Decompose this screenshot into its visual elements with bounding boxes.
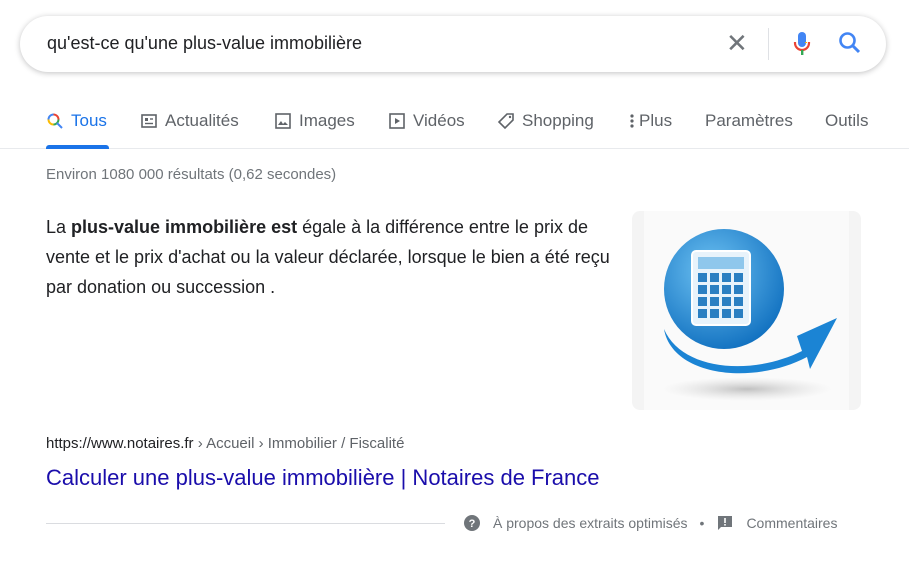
result-url[interactable]: https://www.notaires.fr › Accueil › Immo… [46,435,404,452]
snippet-bold: plus-value immobilière est [71,217,298,237]
tab-label: Paramètres [705,111,793,130]
search-icon [47,113,63,129]
close-icon[interactable]: ✕ [726,30,748,56]
separator: • [699,515,705,531]
tab-label: Shopping [522,111,594,130]
tab-label: Images [299,111,355,130]
result-breadcrumb: › Accueil › Immobilier / Fiscalité [193,435,405,452]
snippet-footer: ? À propos des extraits optimisés • Comm… [463,514,837,532]
footer-divider [46,523,445,524]
mic-icon[interactable] [790,30,814,58]
svg-text:?: ? [469,518,476,530]
image-icon [275,113,291,129]
calculator-arrow-illustration [644,211,849,410]
search-box[interactable]: qu'est-ce qu'une plus-value immobilière … [20,16,886,72]
about-snippets-link[interactable]: À propos des extraits optimisés [493,515,688,531]
active-tab-indicator [46,145,109,149]
snippet-pre: La [46,217,72,237]
video-icon [389,113,405,129]
tabs-divider [0,148,909,149]
tab-label: Outils [825,111,869,130]
divider [768,28,769,60]
search-input[interactable]: qu'est-ce qu'une plus-value immobilière [47,33,362,54]
tab-parametres[interactable]: Paramètres [705,111,793,131]
tab-label: Plus [639,111,673,130]
featured-snippet-text: La plus-value immobilière est égale à la… [46,212,616,302]
result-stats: Environ 1080 000 résultats (0,62 seconde… [46,166,337,183]
result-title-link[interactable]: Calculer une plus-value immobilière | No… [46,465,600,491]
help-icon[interactable]: ? [463,514,481,532]
more-vert-icon [630,114,634,128]
feedback-link[interactable]: Commentaires [746,515,837,531]
tab-images[interactable]: Images [274,111,355,131]
tab-outils[interactable]: Outils [825,111,868,131]
tab-plus[interactable]: Plus [628,111,672,131]
search-icon[interactable] [837,30,863,56]
result-domain: https://www.notaires.fr [46,435,194,452]
snippet-image[interactable] [632,211,861,410]
tab-shopping[interactable]: Shopping [497,111,594,131]
news-icon [141,114,157,128]
tag-icon [497,113,514,130]
tab-videos[interactable]: Vidéos [388,111,465,131]
tab-label: Vidéos [413,111,465,130]
feedback-icon[interactable] [716,514,734,532]
tab-tous[interactable]: Tous [46,111,107,131]
tab-label: Tous [71,111,107,130]
tab-label: Actualités [165,111,239,130]
tab-actualites[interactable]: Actualités [140,111,239,131]
